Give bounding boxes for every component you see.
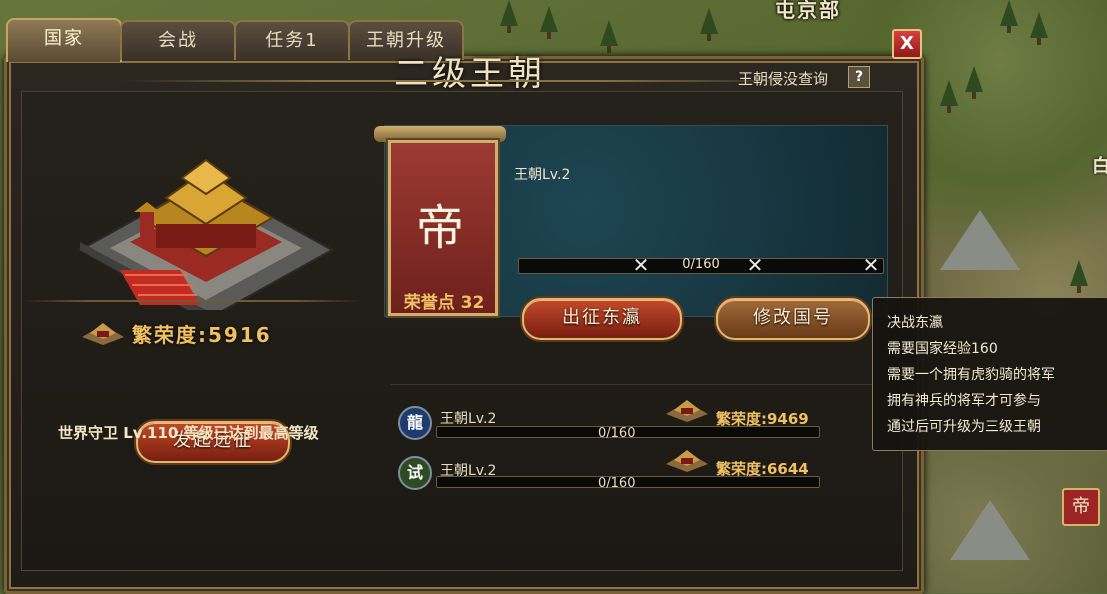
mountain-icon <box>940 210 1020 270</box>
rival-level: 王朝Lv.2 <box>440 411 497 427</box>
crossed-swords-icon: ✕ <box>632 253 650 277</box>
tree-icon <box>1030 12 1048 45</box>
honor-points: 荣誉点 32 <box>403 293 485 313</box>
rival-badge-shi: 试 <box>398 456 432 490</box>
help-icon[interactable]: ? <box>848 66 870 88</box>
rename-country-button[interactable]: 修改国号 <box>716 298 870 340</box>
tree-icon <box>940 80 958 113</box>
palace-mini-icon <box>666 450 708 472</box>
tree-icon <box>600 20 618 53</box>
dynasty-progress-text: 0/160 <box>682 257 720 272</box>
left-divider <box>22 300 362 302</box>
dynasty-query-link[interactable]: 王朝侵没查询 <box>738 68 828 89</box>
crossed-swords-icon: ✕ <box>746 253 764 277</box>
expedition-east-button[interactable]: 出征东瀛 <box>522 298 682 340</box>
dynasty-progress-bar: 0/160 <box>518 257 884 274</box>
tree-icon <box>965 66 983 99</box>
banner-emblem: 帝 <box>415 200 464 256</box>
palace-icon <box>77 158 335 310</box>
upgrade-tooltip: 决战东瀛 需要国家经验160 需要一个拥有虎豹骑的将军 拥有神兵的将军才可参与 … <box>872 297 1107 451</box>
dynasty-level: 王朝Lv.2 <box>514 167 571 183</box>
tooltip-line: 决战东瀛 <box>887 315 943 331</box>
tooltip-line: 需要国家经验160 <box>887 341 998 357</box>
rival-progress-text: 0/160 <box>598 476 636 491</box>
rivals-divider <box>390 384 890 385</box>
crossed-swords-icon: ✕ <box>862 253 880 277</box>
rival-badge-dragon: 龍 <box>398 406 432 440</box>
tooltip-line: 通过后可升级为三级王朝 <box>887 419 1041 435</box>
palace-mini-icon <box>82 323 124 345</box>
tree-icon <box>1000 0 1018 33</box>
map-region-label: 屯京部 <box>775 0 841 22</box>
map-city-flag[interactable]: 帝 <box>1062 488 1100 526</box>
map-region-label-right: 白 <box>1092 156 1107 177</box>
palace-mini-icon <box>666 400 708 422</box>
tooltip-line: 拥有神兵的将军才可参与 <box>887 393 1041 409</box>
glory-value: 繁荣度:5916 <box>132 323 272 347</box>
tree-icon <box>540 6 558 39</box>
title-divider <box>120 80 800 82</box>
tooltip-line: 需要一个拥有虎豹骑的将军 <box>887 367 1055 383</box>
world-guard-status: 世界守卫 Lv.110 等级已达到最高等级 <box>58 424 319 442</box>
tree-icon <box>700 8 718 41</box>
tree-icon <box>500 0 518 33</box>
mountain-icon <box>950 500 1030 560</box>
rival-progress-text: 0/160 <box>598 426 636 441</box>
tree-icon <box>1070 260 1088 293</box>
